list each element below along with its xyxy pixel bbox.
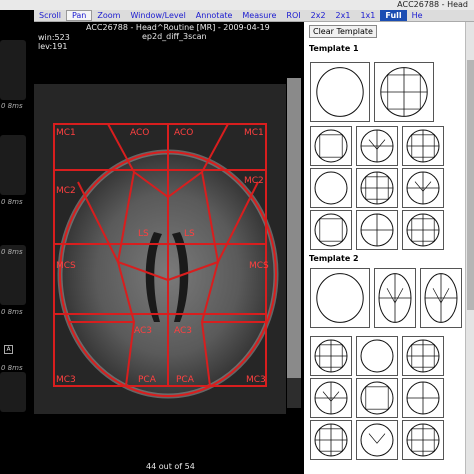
slice-scrollbar[interactable] bbox=[287, 78, 301, 408]
roi-label: LS bbox=[184, 229, 195, 239]
series-thumbnail-strip: 0 8ms 0 8ms 0 8ms 0 8ms A 0 8ms bbox=[0, 10, 34, 474]
template-slice-thumbnail[interactable] bbox=[310, 210, 352, 250]
roi-label: ACO bbox=[130, 128, 149, 138]
template-slice-thumbnail[interactable] bbox=[310, 378, 352, 418]
template-panel: Clear Template Template 1 Template 2 bbox=[304, 22, 474, 474]
roi-label: MC3 bbox=[56, 375, 76, 385]
template-slice-thumbnail[interactable] bbox=[402, 126, 444, 166]
template-slice-thumbnail[interactable] bbox=[310, 168, 352, 208]
roi-label: MC1 bbox=[244, 128, 264, 138]
template-slice-thumbnail[interactable] bbox=[420, 268, 462, 328]
template-slice-thumbnail[interactable] bbox=[310, 268, 370, 328]
template-slice-thumbnail[interactable] bbox=[310, 420, 352, 460]
template-slice-thumbnail[interactable] bbox=[374, 268, 416, 328]
template-slice-thumbnail[interactable] bbox=[356, 336, 398, 376]
template-panel-scrollbar-thumb[interactable] bbox=[467, 60, 474, 310]
roi-label: MC2 bbox=[56, 186, 76, 196]
measure-tool-button[interactable]: Measure bbox=[237, 10, 281, 21]
roi-label: PCA bbox=[138, 375, 157, 385]
series-thumbnail[interactable] bbox=[0, 40, 26, 100]
annotate-tool-button[interactable]: Annotate bbox=[191, 10, 238, 21]
layout-2x2-button[interactable]: 2x2 bbox=[306, 10, 331, 21]
window-title: ACC26788 - Head bbox=[397, 0, 468, 9]
roi-label: MC2 bbox=[244, 176, 264, 186]
roi-label: AC3 bbox=[134, 326, 152, 336]
template-slice-thumbnail[interactable] bbox=[356, 420, 398, 460]
thumbnail-label: 0 8ms bbox=[1, 308, 23, 316]
template-slice-thumbnail[interactable] bbox=[402, 168, 444, 208]
window-level-tool-button[interactable]: Window/Level bbox=[125, 10, 190, 21]
template-slice-thumbnail[interactable] bbox=[356, 126, 398, 166]
series-thumbnail[interactable] bbox=[0, 372, 26, 412]
orientation-marker: A bbox=[4, 345, 13, 354]
template-slice-thumbnail[interactable] bbox=[402, 336, 444, 376]
mri-slice[interactable]: MC1 ACO ACO MC1 MC2 MC2 LS LS MCS MCS AC… bbox=[34, 22, 304, 474]
roi-label: ACO bbox=[174, 128, 193, 138]
image-viewport[interactable]: ACC26788 - Head^Routine [MR] - 2009-04-1… bbox=[34, 22, 304, 474]
roi-label: MCS bbox=[249, 261, 269, 271]
template-slice-thumbnail[interactable] bbox=[402, 210, 444, 250]
series-thumbnail[interactable] bbox=[0, 135, 26, 195]
template-slice-thumbnail[interactable] bbox=[374, 62, 434, 122]
template-slice-thumbnail[interactable] bbox=[356, 168, 398, 208]
template-slice-thumbnail[interactable] bbox=[402, 378, 444, 418]
clear-template-button[interactable]: Clear Template bbox=[309, 25, 377, 38]
layout-2x1-button[interactable]: 2x1 bbox=[331, 10, 356, 21]
layout-1x1-button[interactable]: 1x1 bbox=[355, 10, 380, 21]
full-screen-button[interactable]: Full bbox=[380, 10, 407, 21]
roi-label: MCS bbox=[56, 261, 76, 271]
roi-label: MC1 bbox=[56, 128, 76, 138]
template-slice-thumbnail[interactable] bbox=[310, 336, 352, 376]
thumbnail-label: 0 8ms bbox=[1, 102, 23, 110]
roi-label: MC3 bbox=[246, 375, 266, 385]
slice-position: 44 out of 54 bbox=[146, 462, 195, 471]
slice-scrollbar-thumb[interactable] bbox=[287, 78, 301, 378]
template-slice-thumbnail[interactable] bbox=[356, 378, 398, 418]
template-panel-scrollbar[interactable] bbox=[465, 22, 474, 474]
template-slice-thumbnail[interactable] bbox=[310, 62, 370, 122]
thumbnail-label: 0 8ms bbox=[1, 364, 23, 372]
help-button[interactable]: He bbox=[407, 10, 428, 21]
toolbar: Scroll Pan Zoom Window/Level Annotate Me… bbox=[34, 10, 474, 22]
template-1-title: Template 1 bbox=[309, 44, 359, 53]
scroll-tool-button[interactable]: Scroll bbox=[34, 10, 66, 21]
zoom-tool-button[interactable]: Zoom bbox=[92, 10, 125, 21]
template-slice-thumbnail[interactable] bbox=[402, 420, 444, 460]
thumbnail-label: 0 8ms bbox=[1, 248, 23, 256]
template-slice-thumbnail[interactable] bbox=[356, 210, 398, 250]
roi-tool-button[interactable]: ROI bbox=[281, 10, 305, 21]
template-2-title: Template 2 bbox=[309, 254, 359, 263]
template-slice-thumbnail[interactable] bbox=[310, 126, 352, 166]
roi-label: PCA bbox=[176, 375, 195, 385]
roi-label: LS bbox=[138, 229, 149, 239]
thumbnail-label: 0 8ms bbox=[1, 198, 23, 206]
pan-tool-button[interactable]: Pan bbox=[65, 10, 93, 21]
roi-label: AC3 bbox=[174, 326, 192, 336]
